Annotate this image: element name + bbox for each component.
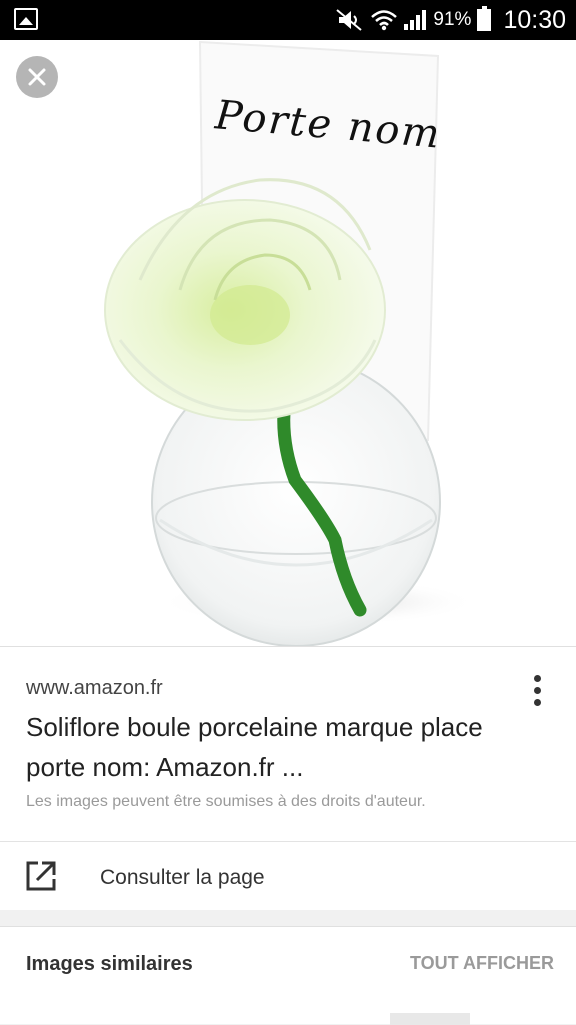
copyright-notice: Les images peuvent être soumises à des d…: [26, 793, 426, 810]
visit-page-button[interactable]: Consulter la page: [0, 842, 576, 911]
wifi-icon: [371, 10, 398, 31]
similar-images-title: Images similaires: [26, 953, 193, 975]
open-in-new-icon: [26, 861, 56, 891]
close-button[interactable]: [16, 56, 58, 98]
image-preview[interactable]: Porte nom: [0, 40, 576, 646]
visit-page-label: Consulter la page: [100, 866, 265, 889]
battery-percent: 91%: [433, 9, 472, 30]
status-bar: 91% 10:30: [0, 0, 576, 40]
gallery-icon: [14, 8, 38, 30]
source-domain[interactable]: www.amazon.fr: [26, 677, 163, 700]
clock: 10:30: [503, 5, 566, 34]
see-all-button[interactable]: TOUT AFFICHER: [410, 953, 554, 974]
more-vert-icon: [533, 674, 541, 682]
close-icon: [28, 68, 46, 86]
similar-images-section: Images similaires TOUT AFFICHER: [0, 926, 576, 1025]
mute-icon: [336, 9, 363, 31]
similar-image-thumbnail[interactable]: [390, 1013, 470, 1025]
result-title[interactable]: Soliflore boule porcelaine marque place …: [26, 707, 546, 787]
signal-icon: [404, 10, 427, 30]
battery-icon: [477, 6, 492, 31]
result-info-card: www.amazon.fr Soliflore boule porcelaine…: [0, 646, 576, 910]
